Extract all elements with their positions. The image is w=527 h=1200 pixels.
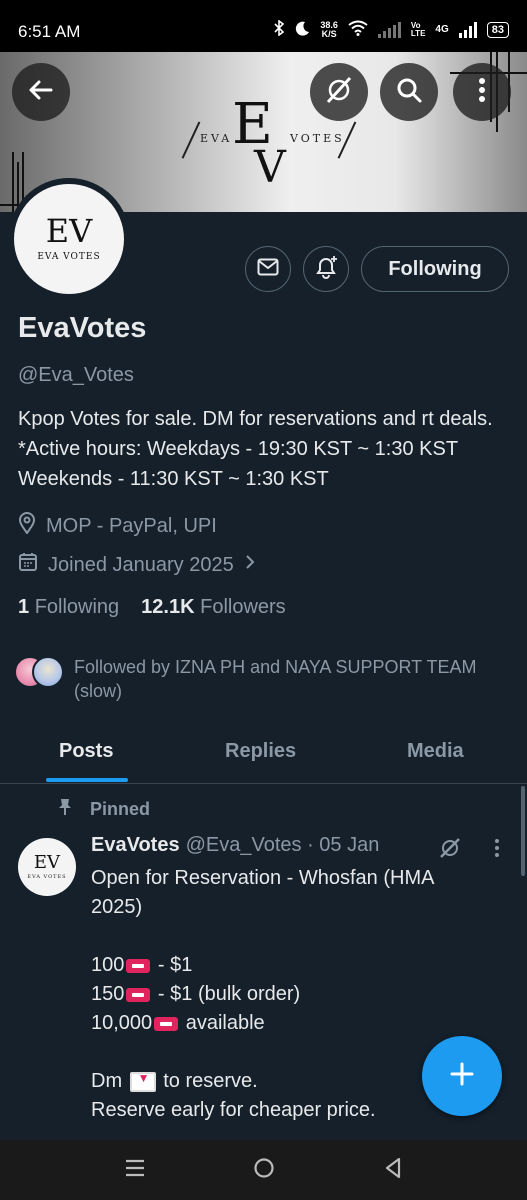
calendar-icon [18,552,38,578]
profile-bio: Kpop Votes for sale. DM for reservations… [18,408,493,490]
back-button[interactable] [12,63,70,121]
grok-button[interactable] [310,63,368,121]
inbox-tray-icon [129,1064,156,1093]
tweet-line-1: Open for Reservation - Whosfan (HMA [91,867,435,889]
system-nav-bar [0,1140,527,1200]
network-type: 4G [435,24,449,35]
tweet-avatar-monogram: EV [33,851,61,873]
location-row: MOP - PayPal, UPI [18,512,217,540]
profile-handle: @Eva_Votes [18,364,134,386]
arrow-left-icon [27,76,55,109]
followers-count-link[interactable]: 12.1K Followers [141,596,286,619]
followed-by-text[interactable]: Followed by IZNA PH and NAYA SUPPORT TEA… [74,655,514,703]
search-button[interactable] [380,63,438,121]
avatar-monogram: EV [45,212,93,250]
tweet-author-name[interactable]: EvaVotes [91,834,180,857]
back-nav-button[interactable] [383,1157,403,1184]
joined-text: Joined January 2025 [48,553,234,576]
profile-tabs: Posts Replies Media [0,716,527,784]
tab-replies[interactable]: Replies [225,740,296,763]
grok-icon [324,75,354,110]
message-button[interactable] [245,246,291,292]
tweet-line-2: 2025) [91,896,143,918]
joined-row[interactable]: Joined January 2025 [18,552,256,578]
home-button[interactable] [253,1157,275,1184]
more-options-button[interactable] [453,63,511,121]
tab-posts[interactable]: Posts [59,740,113,763]
pin-icon [58,798,72,821]
banner-monogram-v: V [254,142,286,193]
pinned-label: Pinned [58,798,150,821]
tweet-more-icon[interactable] [494,838,500,863]
profile-avatar[interactable]: EV EVA VOTES [8,178,130,300]
tweet-header: EvaVotes @Eva_Votes · 05 Jan [91,834,379,857]
net-speed: 38.6 K/S [320,19,338,39]
status-bar: 6:51 AM 38.6 K/S Vo LTE 4G 83 [0,0,527,52]
plus-icon [449,1061,475,1092]
ticket-icon [126,958,151,973]
avatar-text: EVA VOTES [37,252,101,262]
tweet-handle-date: @Eva_Votes · 05 Jan [185,834,380,856]
follower-avatar-2 [32,656,64,688]
tweet-line-available: 10,000 available [91,1012,265,1034]
profile-name: EvaVotes [18,312,147,344]
envelope-icon [257,258,279,281]
location-pin-icon [18,512,36,540]
scrollbar[interactable] [521,786,525,876]
volte-indicator: Vo LTE [410,20,426,38]
ticket-icon [154,1016,179,1031]
tweet-avatar-text: EVA VOTES [27,873,67,880]
tweet-author-avatar[interactable]: EV EVA VOTES [18,838,76,896]
moon-icon [295,21,310,39]
bluetooth-icon [273,19,285,39]
following-count-link[interactable]: 1 Following [18,596,119,619]
followed-by-avatars[interactable] [14,656,64,688]
active-tab-indicator [46,778,128,782]
ticket-icon [126,987,151,1002]
tweet-line-price-2: 150 - $1 (bulk order) [91,983,301,1005]
signal-icon [377,21,401,38]
search-icon [395,76,423,109]
compose-button[interactable] [422,1036,502,1116]
following-button[interactable]: Following [361,246,509,292]
bell-plus-icon [313,254,339,285]
tab-media[interactable]: Media [407,740,464,763]
clock: 6:51 AM [18,22,81,41]
wifi-icon [348,20,368,39]
recents-button[interactable] [124,1158,146,1183]
more-vertical-icon [478,77,486,108]
banner-votes-text: VOTES [290,132,345,145]
tweet-line-price-1: 100 - $1 [91,954,193,976]
follow-counts: 1 Following 12.1K Followers [18,596,286,619]
tweet-grok-icon[interactable] [438,836,462,865]
chevron-right-icon [244,553,256,577]
notifications-button[interactable] [303,246,349,292]
banner-eva-text: EVA [200,132,233,145]
signal-icon-2 [458,21,477,38]
battery-indicator: 83 [486,21,509,38]
location-text: MOP - PayPal, UPI [46,514,217,537]
